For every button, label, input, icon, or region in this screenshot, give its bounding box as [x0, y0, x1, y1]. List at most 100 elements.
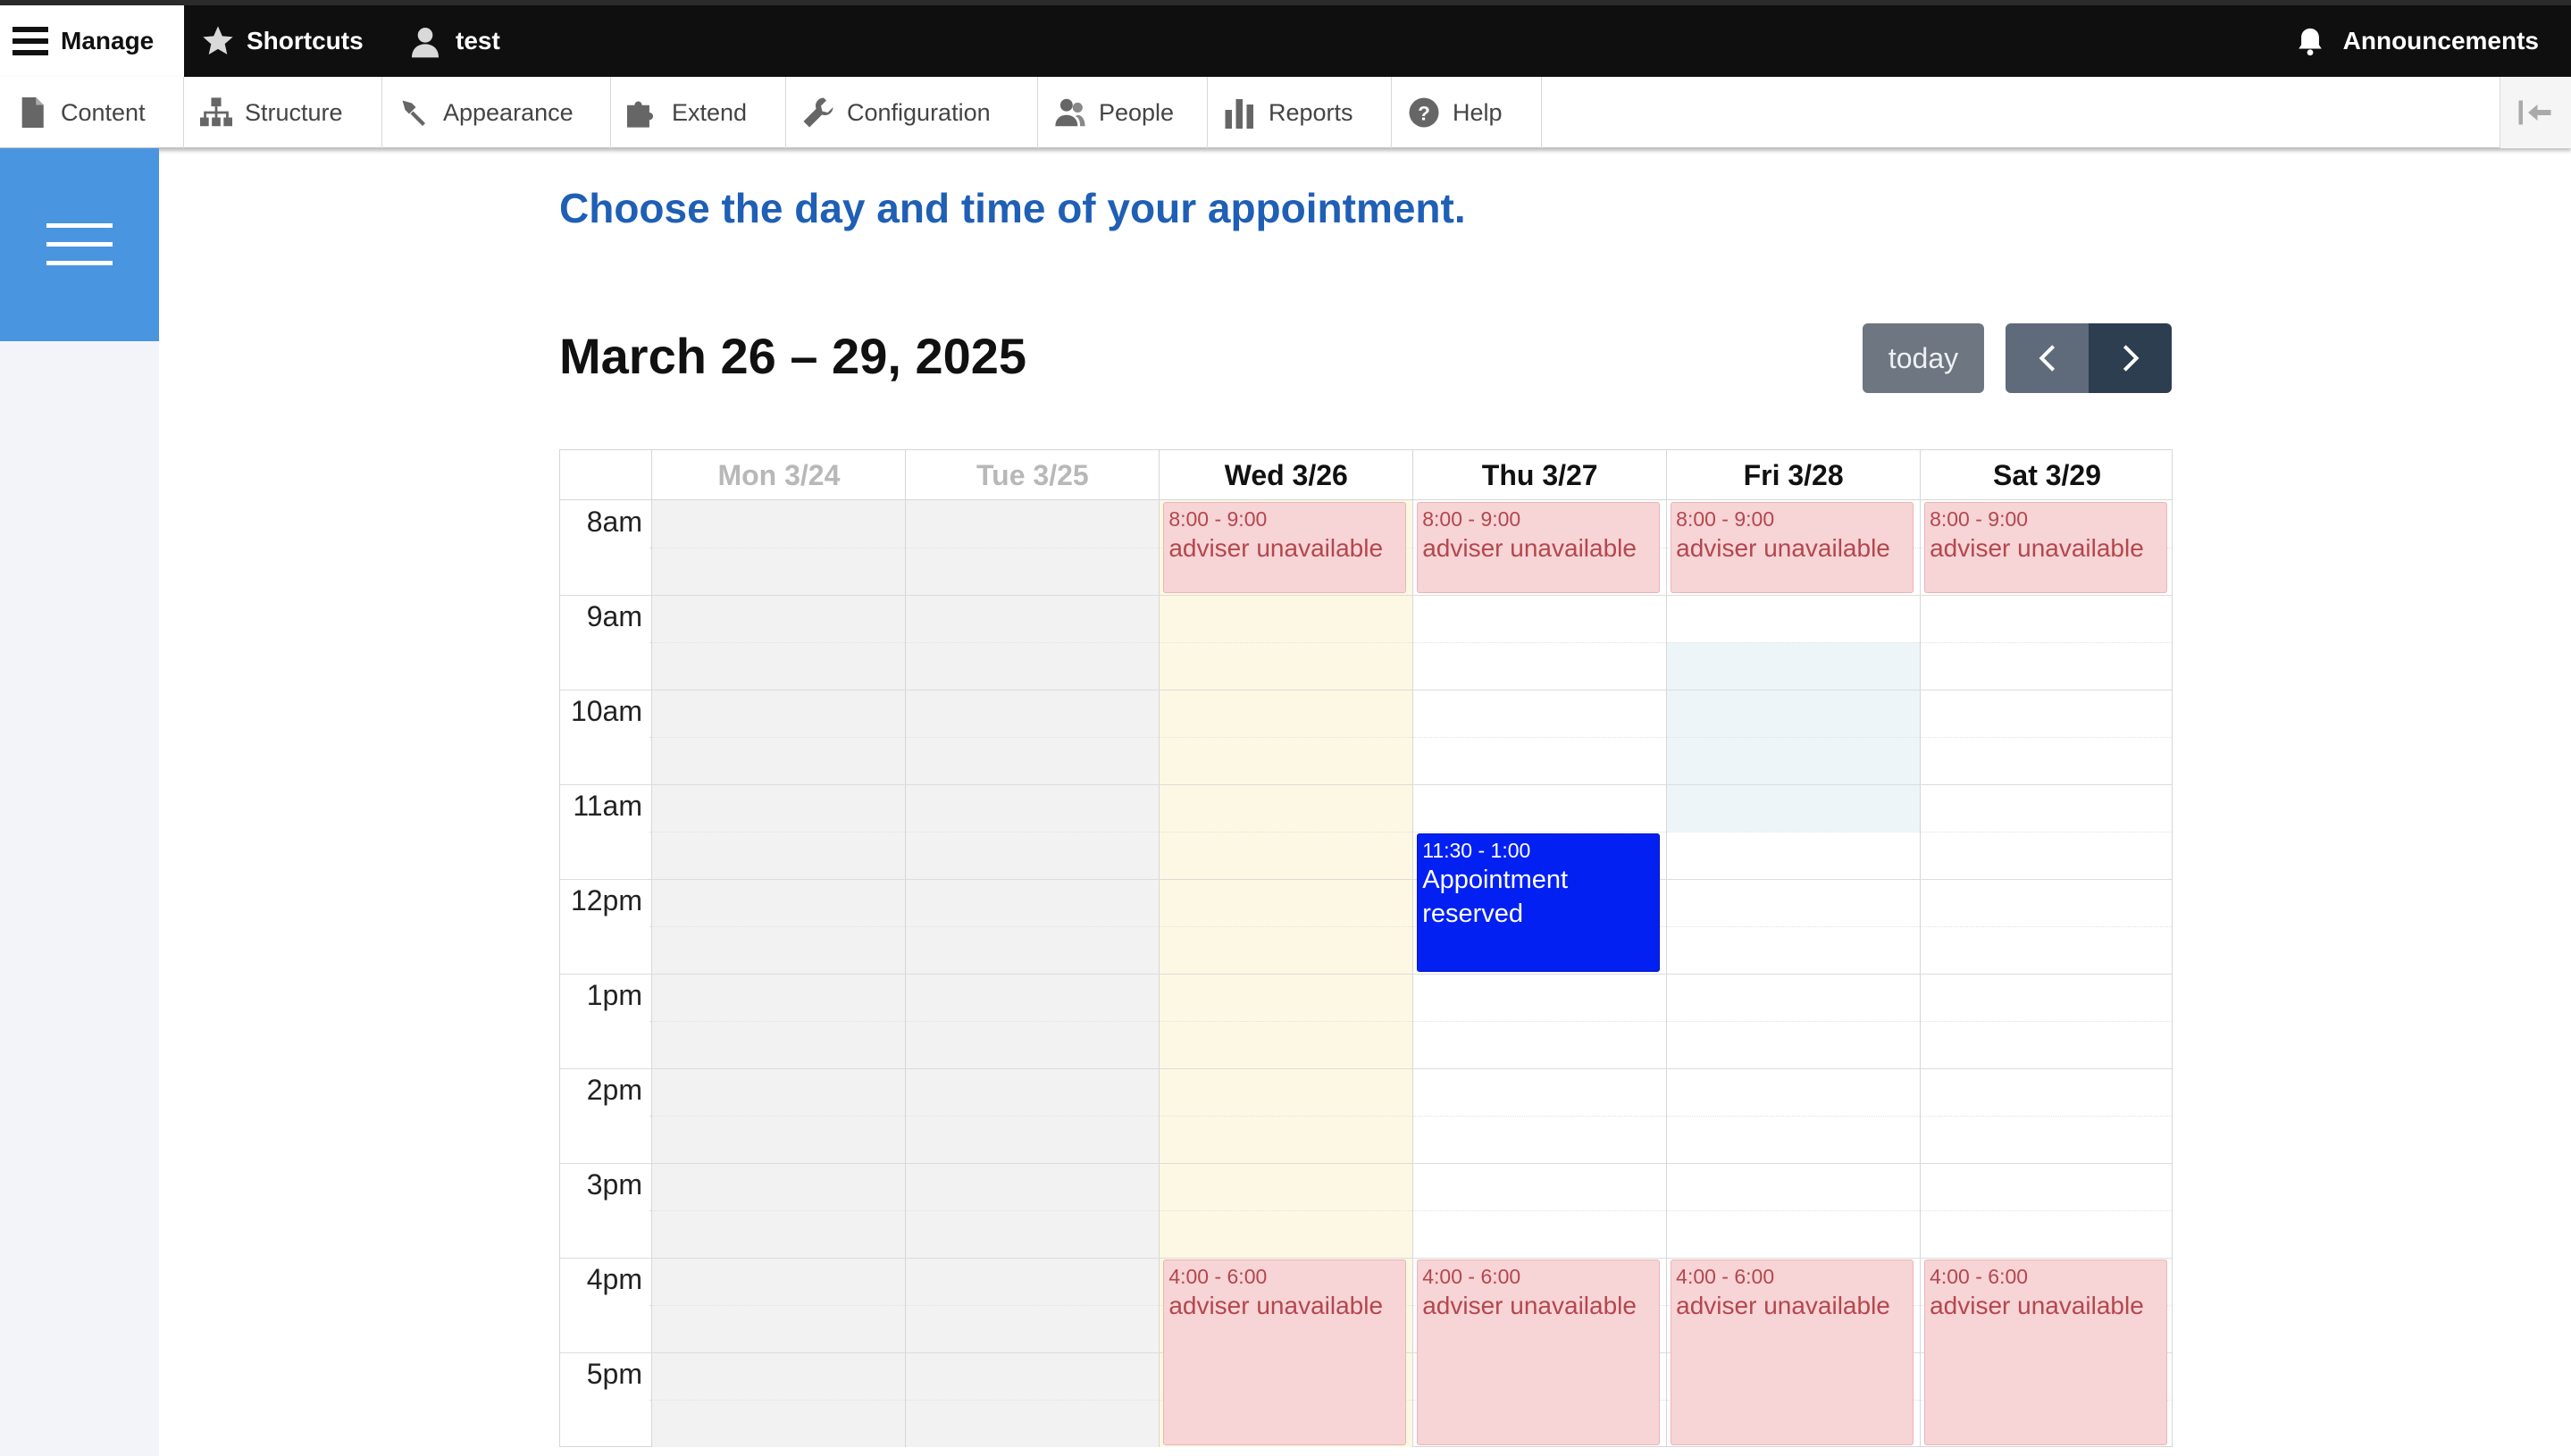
time-label: 4pm	[586, 1263, 642, 1295]
hamburger-icon	[13, 27, 48, 55]
tray-item-people[interactable]: People	[1038, 77, 1208, 148]
today-button[interactable]: today	[1863, 323, 1984, 393]
adviser-unavailable-event[interactable]: 8:00 - 9:00 adviser unavailable	[1671, 502, 1914, 593]
admin-toolbar: Manage Shortcuts test Announcements	[0, 0, 2571, 77]
adviser-unavailable-event[interactable]: 4:00 - 6:00 adviser unavailable	[1417, 1259, 1661, 1445]
time-label: 10am	[570, 695, 642, 727]
time-label: 1pm	[586, 979, 642, 1011]
tray-label-extend: Extend	[672, 98, 748, 126]
bar-chart-icon	[1224, 96, 1256, 129]
calendar-header-row: Mon 3/24 Tue 3/25 Wed 3/26 Thu 3/27 Fri 3/28…	[560, 450, 2172, 500]
adviser-unavailable-event[interactable]: 8:00 - 9:00 adviser unavailable	[1417, 502, 1661, 593]
event-time: 8:00 - 9:00	[1930, 507, 2029, 531]
tray-item-appearance[interactable]: Appearance	[382, 77, 611, 148]
adviser-unavailable-event[interactable]: 8:00 - 9:00 adviser unavailable	[1924, 502, 2167, 593]
manage-tab[interactable]: Manage	[0, 5, 184, 77]
day-header: Mon 3/24	[651, 450, 905, 500]
day-header: Thu 3/27	[1412, 450, 1666, 500]
event-title: adviser unavailable	[1168, 1292, 1384, 1319]
time-label: 8am	[586, 506, 642, 538]
next-week-button[interactable]	[2089, 323, 2172, 393]
event-title: Appointment reserved	[1422, 866, 1569, 928]
hour-gridline	[560, 595, 2172, 596]
tray-item-reports[interactable]: Reports	[1208, 77, 1392, 148]
day-header: Sat 3/29	[1920, 450, 2173, 500]
star-icon	[203, 26, 233, 54]
hour-gridline	[560, 784, 2172, 785]
announcements-tab[interactable]: Announcements	[2295, 5, 2539, 77]
half-hour-gridline	[649, 1116, 2172, 1117]
half-hour-gridline	[649, 1021, 2172, 1022]
event-title: adviser unavailable	[1676, 1292, 1890, 1319]
half-hour-gridline	[649, 642, 2172, 643]
tray-item-configuration[interactable]: Configuration	[786, 77, 1038, 148]
tray-label-content: Content	[61, 98, 146, 126]
adviser-unavailable-event[interactable]: 4:00 - 6:00 adviser unavailable	[1163, 1259, 1407, 1445]
page-headline: Choose the day and time of your appointm…	[559, 185, 1466, 231]
adviser-unavailable-event[interactable]: 4:00 - 6:00 adviser unavailable	[1671, 1259, 1914, 1445]
event-title: adviser unavailable	[1422, 534, 1637, 562]
tray-label-help: Help	[1453, 98, 1503, 126]
half-hour-gridline	[649, 832, 2172, 833]
hamburger-icon	[46, 223, 113, 265]
event-title: adviser unavailable	[1422, 1292, 1637, 1319]
tray-collapse-button[interactable]	[2500, 77, 2571, 148]
puzzle-icon	[627, 96, 659, 129]
sitemap-icon	[200, 96, 232, 129]
file-icon	[16, 96, 48, 129]
user-label: test	[456, 27, 500, 54]
event-time: 4:00 - 6:00	[1422, 1265, 1521, 1288]
prev-week-button[interactable]	[2006, 323, 2089, 393]
tray-label-configuration: Configuration	[847, 98, 991, 126]
hour-gridline	[560, 1258, 2172, 1259]
announcements-label: Announcements	[2342, 27, 2539, 54]
event-time: 4:00 - 6:00	[1168, 1265, 1268, 1288]
half-hour-gridline	[649, 1210, 2172, 1211]
wrench-icon	[802, 96, 834, 129]
hour-gridline	[560, 879, 2172, 880]
adviser-unavailable-event[interactable]: 8:00 - 9:00 adviser unavailable	[1163, 502, 1407, 593]
adviser-unavailable-event[interactable]: 4:00 - 6:00 adviser unavailable	[1924, 1259, 2167, 1445]
tray-item-help[interactable]: ? Help	[1392, 77, 1542, 148]
event-time: 8:00 - 9:00	[1676, 507, 1775, 531]
svg-text:?: ?	[1418, 102, 1430, 124]
tray-label-reports: Reports	[1269, 98, 1353, 126]
tray-label-structure: Structure	[245, 98, 343, 126]
event-title: adviser unavailable	[1676, 534, 1890, 562]
paintbrush-icon	[398, 96, 431, 129]
hour-gridline	[560, 974, 2172, 975]
main-menu-button[interactable]	[0, 148, 159, 341]
shortcuts-label: Shortcuts	[247, 27, 364, 54]
bell-icon	[2298, 28, 2322, 56]
day-header: Tue 3/25	[905, 450, 1159, 500]
left-rail	[0, 148, 159, 1456]
manage-label: Manage	[61, 27, 155, 54]
time-label: 3pm	[586, 1168, 642, 1201]
time-label: 11am	[573, 790, 642, 822]
time-label: 2pm	[586, 1074, 642, 1106]
day-header: Fri 3/28	[1666, 450, 1920, 500]
event-title: adviser unavailable	[1168, 534, 1384, 562]
date-range-title: March 26 – 29, 2025	[559, 328, 1027, 384]
admin-tray: Content Structure Appearance Extend Conf…	[0, 77, 2571, 148]
tray-label-people: People	[1099, 98, 1175, 126]
day-header: Wed 3/26	[1159, 450, 1412, 500]
event-time: 8:00 - 9:00	[1422, 507, 1521, 531]
booked-appointment-event[interactable]: 11:30 - 1:00 Appointment reserved	[1417, 833, 1661, 972]
collapse-left-icon	[2518, 100, 2550, 125]
tray-item-extend[interactable]: Extend	[611, 77, 786, 148]
time-label: 12pm	[570, 884, 642, 916]
tray-item-content[interactable]: Content	[0, 77, 184, 148]
people-icon	[1054, 96, 1086, 129]
event-time: 8:00 - 9:00	[1168, 507, 1268, 531]
event-time: 4:00 - 6:00	[1676, 1265, 1775, 1288]
tray-item-structure[interactable]: Structure	[184, 77, 382, 148]
half-hour-gridline	[649, 737, 2172, 738]
time-label: 5pm	[586, 1358, 642, 1390]
shortcuts-tab[interactable]: Shortcuts	[200, 5, 364, 77]
tray-label-appearance: Appearance	[443, 98, 574, 126]
half-hour-gridline	[649, 926, 2172, 927]
event-title: adviser unavailable	[1930, 534, 2144, 562]
time-label: 9am	[586, 600, 642, 632]
user-tab[interactable]: test	[407, 5, 500, 77]
